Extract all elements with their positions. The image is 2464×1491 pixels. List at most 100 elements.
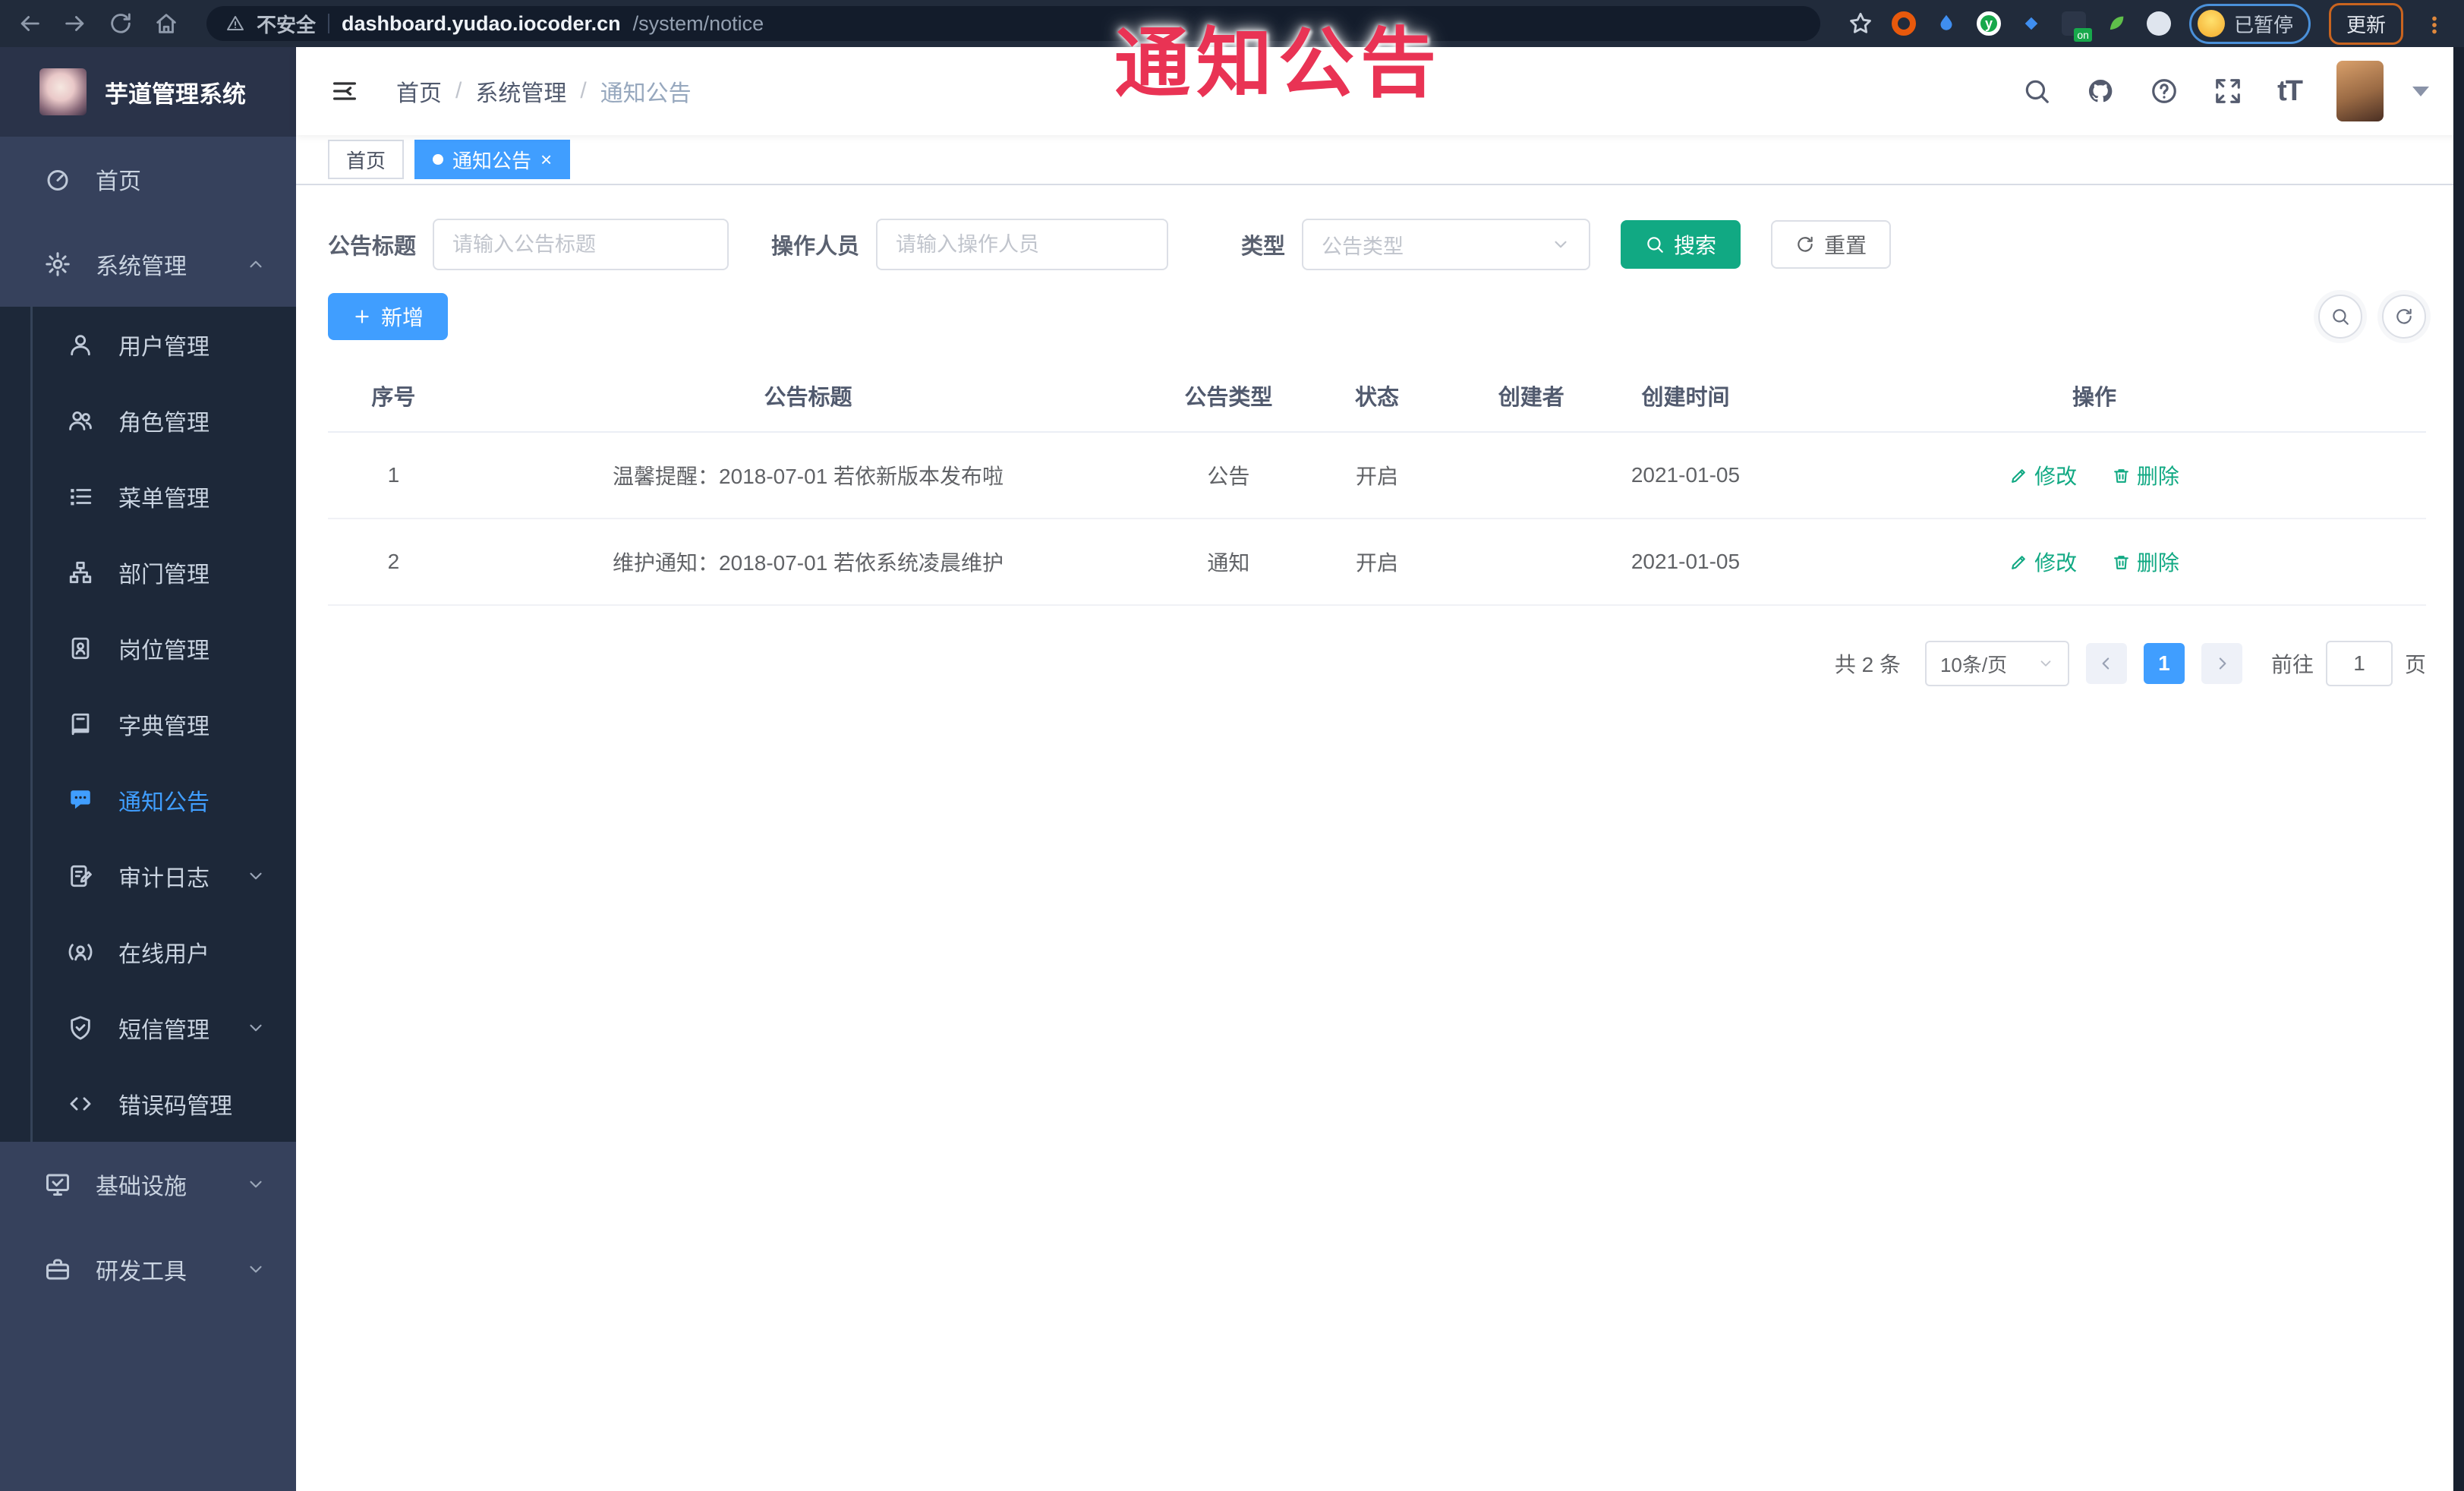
- sidebar-collapse-icon[interactable]: [329, 76, 360, 106]
- sidebar-item-dept-mgmt[interactable]: 部门管理: [0, 534, 296, 610]
- column-header-status: 状态: [1300, 360, 1454, 433]
- sidebar-item-notice[interactable]: 通知公告: [0, 762, 296, 838]
- sidebar-item-label: 用户管理: [118, 335, 210, 360]
- url-path: /system/notice: [632, 11, 764, 35]
- close-icon[interactable]: ×: [540, 150, 552, 169]
- reset-button-label: 重置: [1824, 234, 1867, 257]
- not-secure-label: 不安全: [257, 13, 317, 36]
- column-header-creator: 创建者: [1454, 360, 1609, 433]
- sidebar-item-label: 首页: [96, 169, 141, 194]
- tag-notice-active[interactable]: 通知公告 ×: [414, 140, 571, 179]
- title-filter-input[interactable]: [433, 219, 729, 270]
- breadcrumb-home[interactable]: 首页: [396, 74, 442, 108]
- extension-orange-icon[interactable]: [1891, 11, 1916, 36]
- sidebar-item-label: 基础设施: [96, 1174, 187, 1199]
- browser-update-button[interactable]: 更新: [2328, 2, 2403, 45]
- search-icon[interactable]: [2022, 77, 2051, 106]
- cell-created: 2021-01-05: [1608, 519, 1763, 606]
- sidebar-logo[interactable]: 芋道管理系统: [0, 47, 296, 137]
- search-button[interactable]: 搜索: [1621, 220, 1741, 269]
- extension-puzzle-icon[interactable]: [2146, 11, 2171, 36]
- sidebar-item-error-code[interactable]: 错误码管理: [0, 1066, 296, 1142]
- caret-down-icon[interactable]: [2412, 86, 2429, 96]
- sidebar-item-home[interactable]: 首页: [0, 137, 296, 222]
- cell-type: 公告: [1157, 432, 1300, 519]
- not-secure-warning-icon: [226, 14, 244, 33]
- help-icon[interactable]: [2150, 77, 2179, 106]
- type-select[interactable]: 公告类型: [1302, 219, 1591, 270]
- cell-type: 通知: [1157, 519, 1300, 606]
- browser-profile-button[interactable]: 已暂停: [2188, 3, 2311, 44]
- delete-link[interactable]: 删除: [2112, 460, 2179, 490]
- browser-reload-icon[interactable]: [108, 11, 134, 36]
- sidebar-item-devtools[interactable]: 研发工具: [0, 1227, 296, 1312]
- plus-icon: [352, 307, 372, 326]
- extension-diamond-icon[interactable]: [2019, 11, 2043, 36]
- sidebar-item-role-mgmt[interactable]: 角色管理: [0, 383, 296, 459]
- next-page-button[interactable]: [2201, 643, 2242, 684]
- goto-page-input[interactable]: [2325, 641, 2393, 686]
- search-icon: [1645, 235, 1665, 254]
- refresh-table-button[interactable]: [2382, 295, 2426, 339]
- sidebar-item-system[interactable]: 系统管理: [0, 222, 296, 307]
- sidebar-item-infrastructure[interactable]: 基础设施: [0, 1142, 296, 1227]
- sidebar-item-label: 研发工具: [96, 1259, 187, 1285]
- edit-link-label: 修改: [2034, 551, 2078, 575]
- browser-menu-icon[interactable]: [2421, 9, 2447, 39]
- edit-link-label: 修改: [2034, 465, 2078, 488]
- reset-button[interactable]: 重置: [1771, 220, 1892, 269]
- total-count-label: 共 2 条: [1834, 653, 1901, 676]
- cell-actions: 修改 删除: [1763, 519, 2426, 606]
- sidebar-item-audit-log[interactable]: 审计日志: [0, 838, 296, 914]
- browser-home-icon[interactable]: [153, 11, 179, 36]
- chevron-down-icon: [1551, 235, 1571, 254]
- app-title: 芋道管理系统: [105, 80, 246, 108]
- current-page-button[interactable]: 1: [2143, 643, 2185, 684]
- extension-leaf-icon[interactable]: [2104, 11, 2128, 36]
- sidebar-item-online-users[interactable]: 在线用户: [0, 914, 296, 990]
- sidebar-item-user-mgmt[interactable]: 用户管理: [0, 307, 296, 383]
- address-bar[interactable]: 不安全 dashboard.yudao.iocoder.cn /system/n…: [206, 6, 1820, 41]
- toggle-search-button[interactable]: [2318, 295, 2362, 339]
- tag-home[interactable]: 首页: [328, 140, 405, 179]
- user-avatar[interactable]: [2336, 61, 2384, 121]
- extension-drop-icon[interactable]: [1934, 11, 1958, 36]
- refresh-icon: [1795, 235, 1815, 254]
- column-header-type: 公告类型: [1157, 360, 1300, 433]
- delete-link[interactable]: 删除: [2112, 547, 2179, 577]
- browser-back-icon[interactable]: [17, 11, 43, 36]
- tag-label: 通知公告: [452, 149, 532, 172]
- edit-link[interactable]: 修改: [2009, 460, 2077, 490]
- page-size-select[interactable]: 10条/页: [1924, 641, 2069, 686]
- font-size-icon[interactable]: tT: [2277, 75, 2303, 108]
- browser-scrollbar[interactable]: [2453, 47, 2464, 1491]
- extension-green-icon[interactable]: y: [1976, 11, 2001, 36]
- goto-label: 前往: [2270, 653, 2314, 676]
- app-window: 芋道管理系统 首页 系统管理 用户管理 角色管理 菜单管理 部门管理 岗位管理 …: [0, 47, 2464, 1491]
- pagination: 共 2 条 10条/页 1 前往 页: [328, 641, 2426, 686]
- cell-no: 2: [328, 519, 459, 606]
- breadcrumb-system[interactable]: 系统管理: [475, 74, 566, 108]
- fullscreen-icon[interactable]: [2214, 77, 2242, 106]
- sidebar-item-menu-mgmt[interactable]: 菜单管理: [0, 459, 296, 534]
- sidebar-item-dict-mgmt[interactable]: 字典管理: [0, 686, 296, 762]
- audit-log-icon: [65, 863, 96, 889]
- bookmark-star-icon[interactable]: [1848, 11, 1873, 36]
- menu-list-icon: [65, 484, 96, 509]
- sidebar-item-post-mgmt[interactable]: 岗位管理: [0, 610, 296, 686]
- gear-icon: [43, 251, 73, 278]
- sidebar-item-label: 部门管理: [118, 563, 210, 588]
- extension-on-badge-icon[interactable]: on: [2061, 11, 2092, 42]
- edit-link[interactable]: 修改: [2009, 547, 2077, 577]
- sidebar-item-sms-mgmt[interactable]: 短信管理: [0, 990, 296, 1066]
- operator-filter-input[interactable]: [876, 219, 1169, 270]
- browser-forward-icon[interactable]: [62, 11, 88, 36]
- add-button[interactable]: 新增: [328, 293, 449, 340]
- cell-title: 温馨提醒：2018-07-01 若依新版本发布啦: [458, 432, 1158, 519]
- table-row: 1 温馨提醒：2018-07-01 若依新版本发布啦 公告 开启 2021-01…: [328, 432, 2426, 519]
- prev-page-button[interactable]: [2085, 643, 2127, 684]
- sidebar-item-label: 短信管理: [118, 1018, 210, 1043]
- github-icon[interactable]: [2086, 77, 2115, 106]
- cell-creator: [1454, 432, 1609, 519]
- column-header-actions: 操作: [1763, 360, 2426, 433]
